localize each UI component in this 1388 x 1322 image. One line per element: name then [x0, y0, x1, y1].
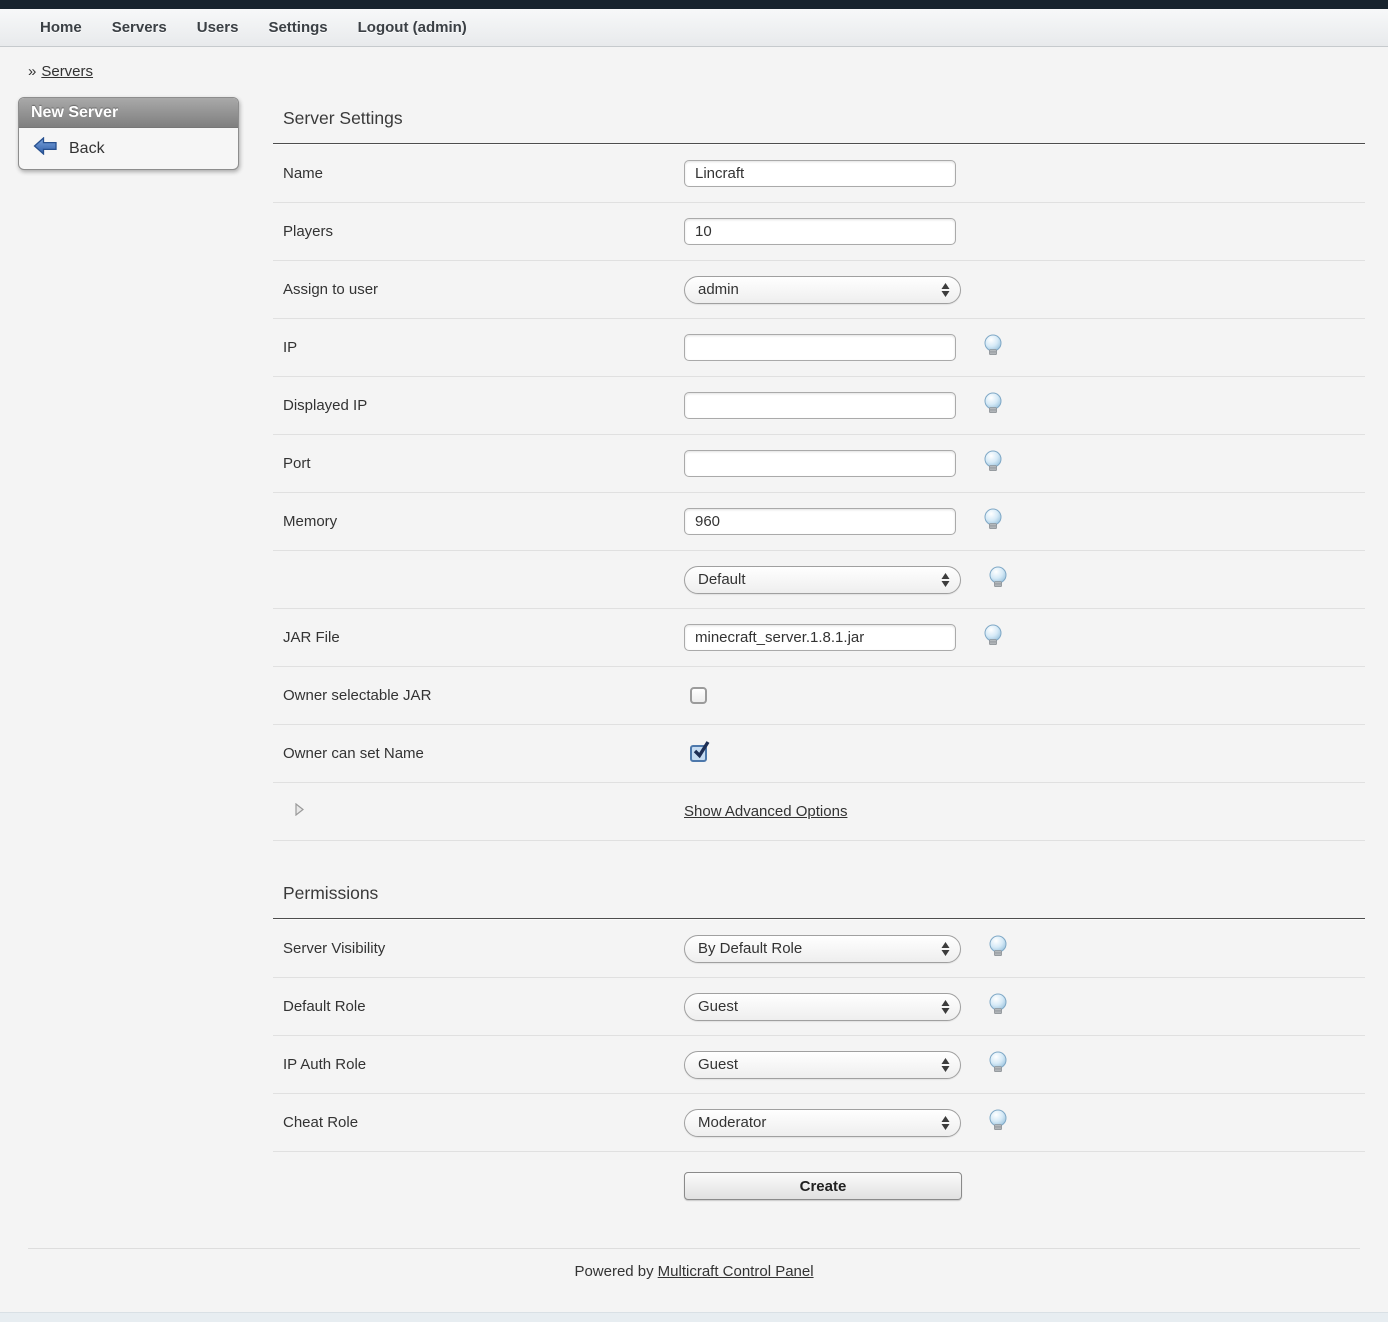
- create-button[interactable]: Create: [684, 1172, 962, 1200]
- form-row-owner-selectable-jar: Owner selectable JAR: [273, 667, 1365, 725]
- form-row-assign-to-user: Assign to user admin: [273, 261, 1365, 319]
- form-row-server-visibility: Server Visibility By Default Role: [273, 920, 1365, 978]
- server-settings-heading: Server Settings: [273, 80, 1365, 143]
- form-row-default-role: Default Role Guest: [273, 978, 1365, 1036]
- players-input[interactable]: [684, 218, 956, 245]
- server-visibility-value: By Default Role: [698, 940, 802, 957]
- assign-to-user-select[interactable]: admin: [684, 276, 961, 304]
- permissions-heading: Permissions: [273, 841, 1365, 918]
- assign-to-user-value: admin: [698, 281, 739, 298]
- form-row-name: Name: [273, 145, 1365, 203]
- multicraft-link[interactable]: Multicraft Control Panel: [658, 1263, 814, 1280]
- owner-can-set-name-checkbox[interactable]: [690, 745, 707, 762]
- form-row-displayed-ip: Displayed IP: [273, 377, 1365, 435]
- lightbulb-icon[interactable]: [982, 624, 1004, 652]
- jar-file-label: JAR File: [273, 629, 684, 646]
- form-row-memory-mode: Default: [273, 551, 1365, 609]
- up-down-arrows-icon: [941, 573, 952, 587]
- jar-file-input[interactable]: [684, 624, 956, 651]
- nav-bar: Home Servers Users Settings Logout (admi…: [0, 9, 1388, 47]
- default-role-select[interactable]: Guest: [684, 993, 961, 1021]
- panel-title: New Server: [19, 98, 238, 128]
- up-down-arrows-icon: [941, 1058, 952, 1072]
- form-row-ip: IP: [273, 319, 1365, 377]
- back-button-label: Back: [69, 140, 105, 158]
- memory-input[interactable]: [684, 508, 956, 535]
- default-role-value: Guest: [698, 998, 738, 1015]
- up-down-arrows-icon: [941, 283, 952, 297]
- ip-auth-role-value: Guest: [698, 1056, 738, 1073]
- form-row-port: Port: [273, 435, 1365, 493]
- form-row-cheat-role: Cheat Role Moderator: [273, 1094, 1365, 1152]
- displayed-ip-input[interactable]: [684, 392, 956, 419]
- cheat-role-label: Cheat Role: [273, 1114, 684, 1131]
- form-row-jar-file: JAR File: [273, 609, 1365, 667]
- port-label: Port: [273, 455, 684, 472]
- cheat-role-value: Moderator: [698, 1114, 766, 1131]
- memory-mode-value: Default: [698, 571, 746, 588]
- lightbulb-icon[interactable]: [987, 993, 1009, 1021]
- players-label: Players: [273, 223, 684, 240]
- nav-item-settings[interactable]: Settings: [253, 19, 342, 36]
- owner-selectable-jar-label: Owner selectable JAR: [273, 687, 684, 704]
- back-button[interactable]: Back: [19, 128, 238, 169]
- server-visibility-select[interactable]: By Default Role: [684, 935, 961, 963]
- assign-to-user-label: Assign to user: [273, 281, 684, 298]
- lightbulb-icon[interactable]: [982, 392, 1004, 420]
- lightbulb-icon[interactable]: [982, 450, 1004, 478]
- form-row-advanced-options: Show Advanced Options: [273, 783, 1365, 841]
- up-down-arrows-icon: [941, 1116, 952, 1130]
- nav-item-logout[interactable]: Logout (admin): [343, 19, 482, 36]
- ip-input[interactable]: [684, 334, 956, 361]
- window-top-strip: [0, 0, 1388, 9]
- ip-auth-role-select[interactable]: Guest: [684, 1051, 961, 1079]
- up-down-arrows-icon: [941, 1000, 952, 1014]
- lightbulb-icon[interactable]: [987, 1051, 1009, 1079]
- name-input[interactable]: [684, 160, 956, 187]
- form-row-ip-auth-role: IP Auth Role Guest: [273, 1036, 1365, 1094]
- port-input[interactable]: [684, 450, 956, 477]
- footer: Powered by Multicraft Control Panel: [0, 1249, 1388, 1306]
- show-advanced-options-link[interactable]: Show Advanced Options: [684, 803, 847, 820]
- lightbulb-icon[interactable]: [982, 334, 1004, 362]
- memory-label: Memory: [273, 513, 684, 530]
- lightbulb-icon[interactable]: [987, 1109, 1009, 1137]
- name-label: Name: [273, 165, 684, 182]
- main-content: Server Settings Name Players Assign to u…: [273, 80, 1365, 1248]
- create-row: Create: [273, 1152, 1365, 1248]
- memory-mode-select[interactable]: Default: [684, 566, 961, 594]
- breadcrumb: » Servers: [0, 47, 1388, 80]
- form-row-players: Players: [273, 203, 1365, 261]
- ip-label: IP: [273, 339, 684, 356]
- lightbulb-icon[interactable]: [987, 935, 1009, 963]
- default-role-label: Default Role: [273, 998, 684, 1015]
- powered-by-label: Powered by: [574, 1263, 653, 1280]
- arrow-left-icon: [33, 137, 58, 160]
- cheat-role-select[interactable]: Moderator: [684, 1109, 961, 1137]
- breadcrumb-servers-link[interactable]: Servers: [41, 63, 93, 80]
- owner-can-set-name-label: Owner can set Name: [273, 745, 684, 762]
- owner-selectable-jar-checkbox[interactable]: [690, 687, 707, 704]
- bottom-strip: [0, 1312, 1388, 1322]
- form-row-memory: Memory: [273, 493, 1365, 551]
- lightbulb-icon[interactable]: [982, 508, 1004, 536]
- nav-item-users[interactable]: Users: [182, 19, 254, 36]
- triangle-right-icon[interactable]: [295, 803, 304, 820]
- nav-item-home[interactable]: Home: [25, 19, 97, 36]
- form-row-owner-can-set-name: Owner can set Name: [273, 725, 1365, 783]
- lightbulb-icon[interactable]: [987, 566, 1009, 594]
- ip-auth-role-label: IP Auth Role: [273, 1056, 684, 1073]
- up-down-arrows-icon: [941, 942, 952, 956]
- new-server-panel: New Server Back: [18, 97, 239, 170]
- breadcrumb-marker: »: [28, 63, 36, 80]
- server-visibility-label: Server Visibility: [273, 940, 684, 957]
- displayed-ip-label: Displayed IP: [273, 397, 684, 414]
- nav-item-servers[interactable]: Servers: [97, 19, 182, 36]
